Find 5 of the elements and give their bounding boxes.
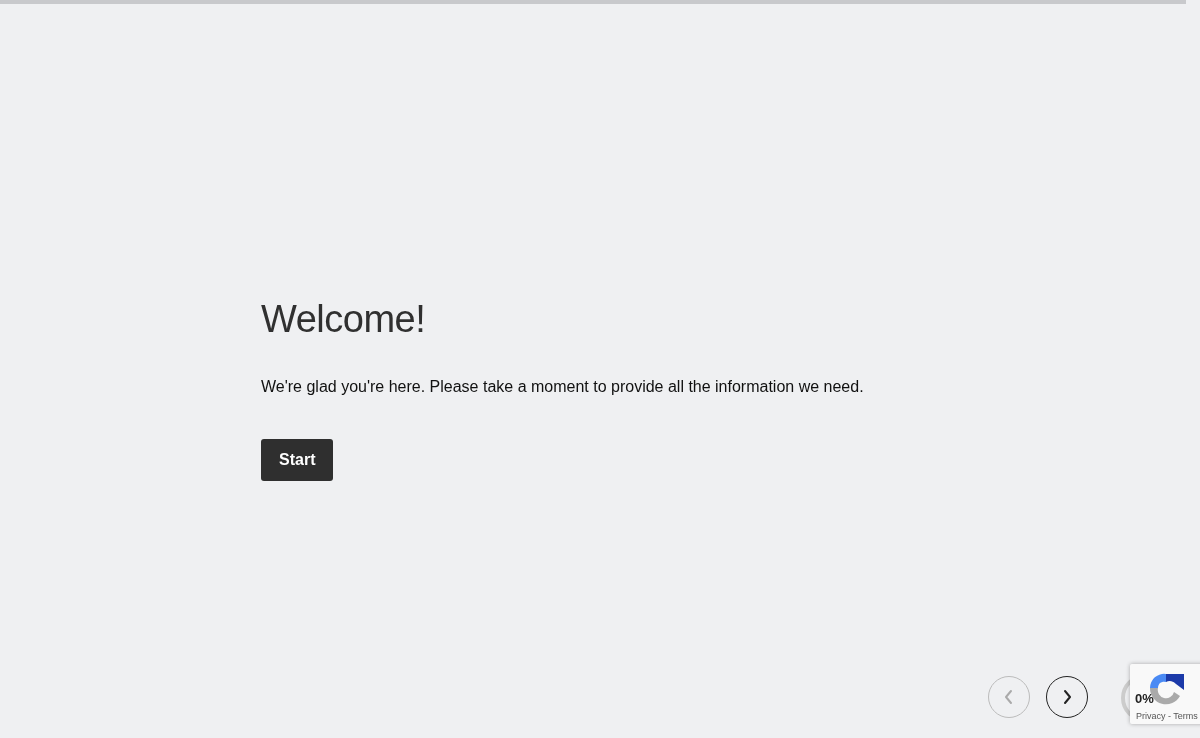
intro-text: We're glad you're here. Please take a moment to provide all the information we need. <box>261 376 865 397</box>
progress-percent: 0% <box>1135 690 1154 708</box>
welcome-heading: Welcome! <box>261 297 427 342</box>
privacy-terms-links[interactable]: Privacy - Terms <box>1136 710 1198 724</box>
start-button[interactable]: Start <box>261 438 334 481</box>
